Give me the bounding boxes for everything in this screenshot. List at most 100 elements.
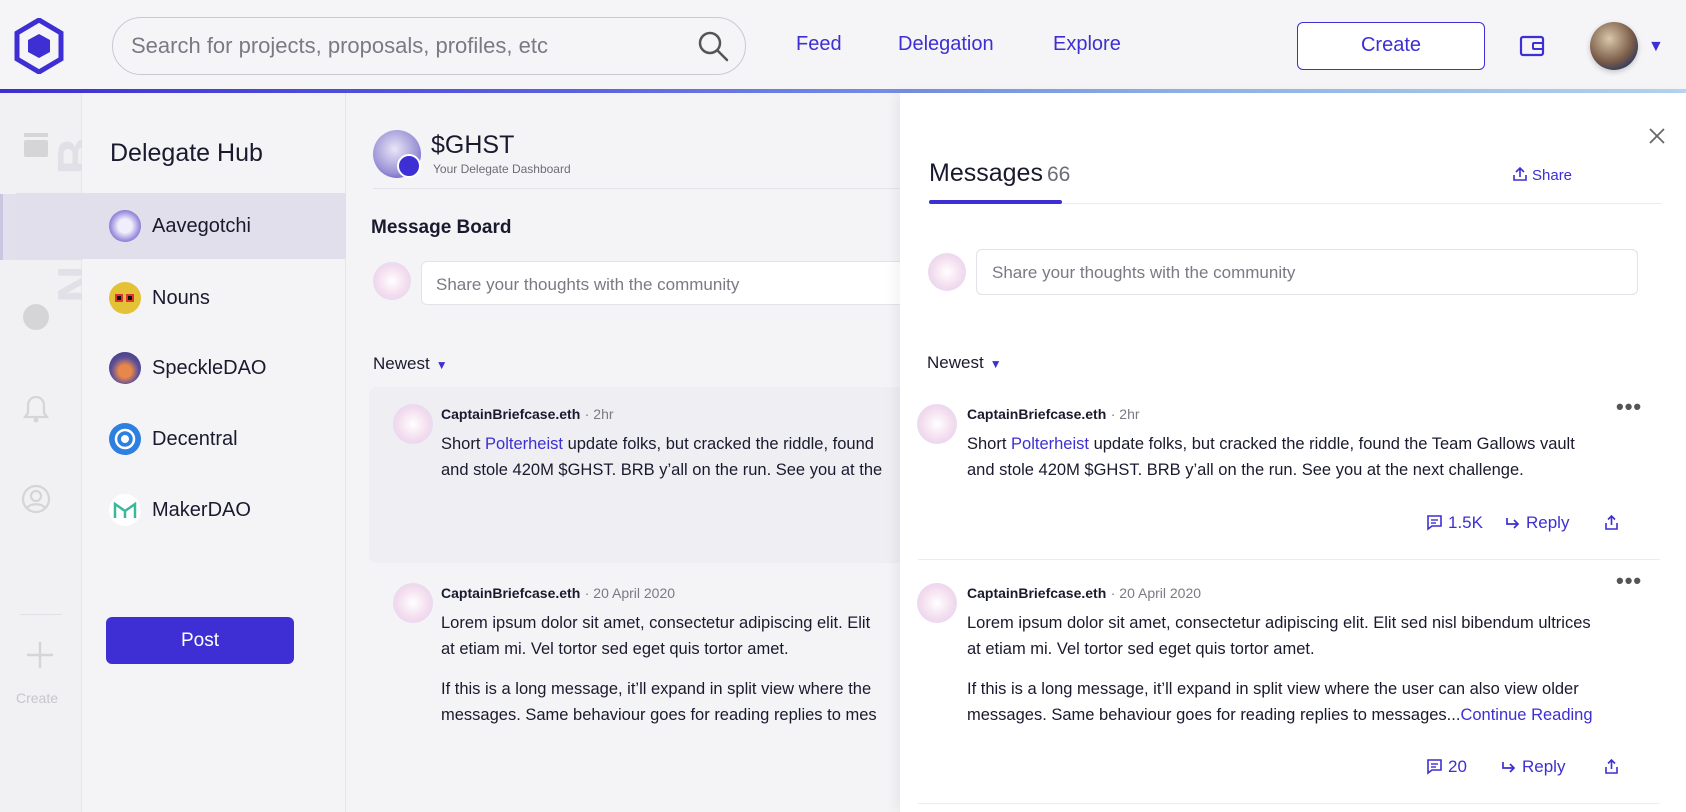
speckledao-icon bbox=[109, 352, 141, 384]
post-body: If this is a long message, it’ll expand … bbox=[441, 676, 877, 728]
post-time: · 2hr bbox=[1110, 406, 1140, 422]
post-author-avatar[interactable] bbox=[393, 404, 433, 444]
wallet-icon[interactable] bbox=[1519, 33, 1545, 59]
post-text: Lorem ipsum dolor sit amet, consectetur … bbox=[441, 614, 871, 632]
continue-reading-link[interactable]: Continue Reading bbox=[1460, 706, 1592, 724]
post-text: and stole 420M $GHST. BRB y’all on the r… bbox=[967, 461, 1524, 479]
hub-item-makerdao[interactable]: MakerDAO bbox=[16, 477, 346, 543]
hub-item-decentral[interactable]: Decentral bbox=[16, 406, 346, 472]
post-body: Short Polterheist update folks, but crac… bbox=[967, 431, 1575, 483]
aavegotchi-icon bbox=[109, 210, 141, 242]
post-button[interactable]: Post bbox=[106, 617, 294, 664]
app-logo-icon[interactable] bbox=[14, 18, 64, 74]
share-icon[interactable] bbox=[1603, 514, 1620, 531]
chevron-down-icon[interactable]: ▼ bbox=[1648, 38, 1664, 56]
post-author-avatar[interactable] bbox=[393, 583, 433, 623]
sort-dropdown[interactable]: Newest ▼ bbox=[927, 353, 1002, 373]
messages-title-text: Messages bbox=[929, 159, 1043, 187]
reply-button[interactable]: Reply bbox=[1504, 513, 1569, 533]
post-link[interactable]: Polterheist bbox=[1011, 435, 1089, 453]
post-text: Short bbox=[441, 435, 486, 453]
post-author[interactable]: CaptainBriefcase.eth bbox=[441, 406, 580, 422]
comments-button[interactable]: 20 bbox=[1426, 757, 1467, 777]
stack-icon[interactable] bbox=[20, 129, 52, 161]
post-meta: CaptainBriefcase.eth · 20 April 2020 bbox=[441, 585, 675, 603]
hub-item-speckledao[interactable]: SpeckleDAO bbox=[16, 335, 346, 401]
post-text: Lorem ipsum dolor sit amet, consectetur … bbox=[967, 614, 1591, 632]
post-text: update folks, but cracked the riddle, fo… bbox=[1089, 435, 1575, 453]
post-body: If this is a long message, it’ll expand … bbox=[967, 676, 1593, 728]
rail-create-label[interactable]: Create bbox=[16, 690, 58, 706]
post-text: If this is a long message, it’ll expand … bbox=[441, 680, 872, 698]
reply-button[interactable]: Reply bbox=[1500, 757, 1565, 777]
hub-item-aavegotchi[interactable]: Aavegotchi bbox=[16, 193, 346, 259]
search-bar[interactable] bbox=[112, 17, 746, 75]
search-icon[interactable] bbox=[697, 30, 729, 62]
close-icon[interactable] bbox=[1648, 127, 1666, 145]
nav-delegation[interactable]: Delegation bbox=[898, 33, 994, 56]
sort-dropdown[interactable]: Newest ▼ bbox=[373, 354, 448, 374]
post-author-avatar[interactable] bbox=[917, 404, 957, 444]
reply-icon bbox=[1506, 518, 1520, 529]
post-author[interactable]: CaptainBriefcase.eth bbox=[967, 585, 1106, 601]
reply-label: Reply bbox=[1526, 513, 1570, 532]
nav-feed[interactable]: Feed bbox=[796, 33, 842, 56]
hub-item-label: Nouns bbox=[152, 287, 210, 309]
share-icon bbox=[1513, 166, 1527, 181]
post-author-avatar[interactable] bbox=[917, 583, 957, 623]
composer-avatar bbox=[928, 253, 966, 291]
rail-divider bbox=[20, 614, 62, 615]
post-text: at etiam mi. Vel tortor sed eget quis to… bbox=[967, 640, 1315, 658]
post-time: · 20 April 2020 bbox=[1110, 585, 1202, 601]
hub-item-label: Decentral bbox=[152, 428, 238, 450]
search-input[interactable] bbox=[131, 30, 671, 62]
messages-count: 66 bbox=[1046, 163, 1071, 186]
post-text: update folks, but cracked the riddle, fo… bbox=[563, 435, 874, 453]
more-options-icon[interactable]: ••• bbox=[1616, 394, 1642, 420]
post-author[interactable]: CaptainBriefcase.eth bbox=[441, 585, 580, 601]
post-text: If this is a long message, it’ll expand … bbox=[967, 680, 1579, 698]
reply-icon bbox=[1502, 762, 1516, 773]
hub-item-label: Aavegotchi bbox=[152, 215, 251, 237]
rail-active-bar bbox=[0, 194, 3, 260]
post-text: Short bbox=[967, 435, 1012, 453]
post-text: messages. Same behaviour goes for readin… bbox=[441, 706, 877, 724]
hub-title: Delegate Hub bbox=[110, 139, 263, 167]
caret-down-icon: ▼ bbox=[989, 357, 1002, 371]
share-icon[interactable] bbox=[1603, 758, 1620, 775]
post-meta: CaptainBriefcase.eth · 2hr bbox=[967, 406, 1140, 424]
share-button[interactable]: Share bbox=[1512, 166, 1572, 184]
comment-icon bbox=[1427, 759, 1442, 775]
messages-title: Messages 66 bbox=[929, 159, 1070, 188]
nav-explore[interactable]: Explore bbox=[1053, 33, 1121, 56]
sort-label: Newest bbox=[927, 353, 984, 372]
decentral-icon bbox=[109, 423, 141, 455]
plus-icon[interactable] bbox=[24, 639, 56, 671]
message-input[interactable]: Share your thoughts with the community bbox=[976, 249, 1638, 295]
comments-count: 20 bbox=[1448, 757, 1467, 776]
verified-badge-icon bbox=[397, 154, 421, 178]
message-input[interactable]: Share your thoughts with the community bbox=[421, 261, 900, 305]
post-divider bbox=[918, 803, 1660, 804]
post-time: · 2hr bbox=[584, 406, 614, 422]
delegate-dashboard: $GHST Your Delegate Dashboard Message Bo… bbox=[347, 93, 900, 812]
hub-item-nouns[interactable]: Nouns bbox=[16, 265, 346, 331]
comments-count: 1.5K bbox=[1448, 513, 1483, 532]
post-body: Lorem ipsum dolor sit amet, consectetur … bbox=[967, 610, 1591, 662]
post-body: Lorem ipsum dolor sit amet, consectetur … bbox=[441, 610, 870, 662]
user-avatar[interactable] bbox=[1590, 22, 1638, 70]
share-label: Share bbox=[1532, 167, 1573, 184]
hub-item-label: SpeckleDAO bbox=[152, 357, 267, 379]
comments-button[interactable]: 1.5K bbox=[1426, 513, 1483, 533]
post-meta: CaptainBriefcase.eth · 2hr bbox=[441, 406, 614, 424]
dashboard-title: $GHST bbox=[431, 131, 515, 159]
more-options-icon[interactable]: ••• bbox=[1616, 568, 1642, 594]
post-author[interactable]: CaptainBriefcase.eth bbox=[967, 406, 1106, 422]
delegate-hub-sidebar: Delegate Hub Aavegotchi Nouns SpeckleDAO… bbox=[16, 93, 346, 812]
top-header: Feed Delegation Explore Create ▼ bbox=[0, 0, 1686, 90]
post-link[interactable]: Polterheist bbox=[485, 435, 563, 453]
messages-tab-underline bbox=[929, 200, 1062, 204]
message-board-title: Message Board bbox=[371, 217, 512, 238]
create-button[interactable]: Create bbox=[1297, 22, 1485, 70]
composer-avatar bbox=[373, 262, 411, 300]
